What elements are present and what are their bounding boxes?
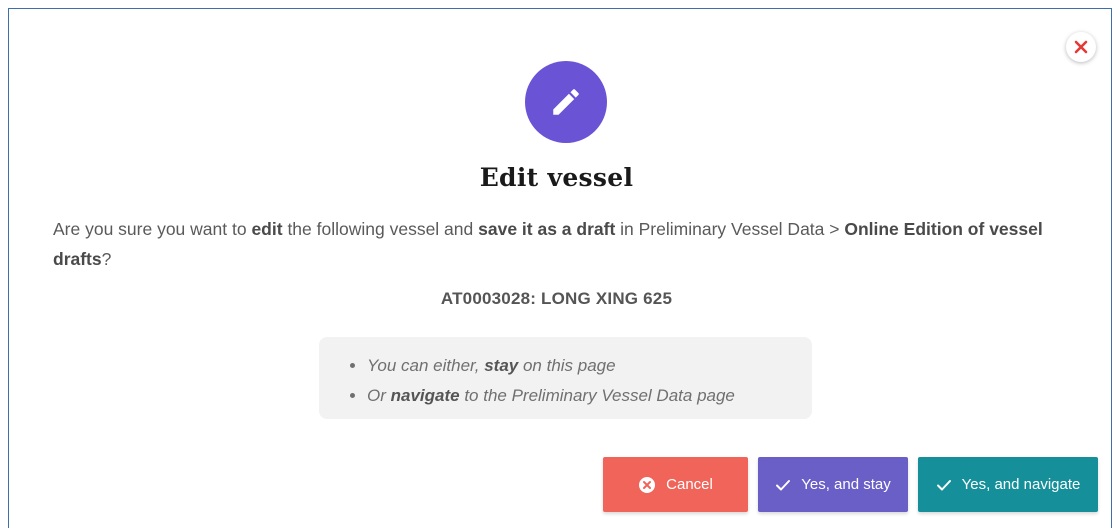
message-emphasis-edit: edit	[251, 219, 283, 239]
edit-badge	[525, 61, 607, 143]
options-list: You can either, stay on this page Or nav…	[319, 351, 812, 411]
cancel-button-label: Cancel	[666, 476, 713, 493]
option-text: You can either,	[367, 356, 485, 375]
option-emphasis-navigate: navigate	[390, 386, 460, 405]
options-info-box: You can either, stay on this page Or nav…	[319, 337, 812, 419]
yes-and-navigate-button[interactable]: Yes, and navigate	[918, 457, 1098, 512]
dialog-title: Edit vessel	[479, 163, 634, 192]
cancel-button[interactable]: Cancel	[603, 457, 748, 512]
option-navigate-item: Or navigate to the Preliminary Vessel Da…	[367, 381, 812, 411]
close-icon	[1074, 40, 1088, 54]
option-text: to the Preliminary Vessel Data page	[459, 386, 735, 405]
yes-and-stay-label: Yes, and stay	[801, 476, 891, 493]
option-emphasis-stay: stay	[484, 356, 519, 375]
message-emphasis-save-draft: save it as a draft	[478, 219, 616, 239]
yes-and-navigate-label: Yes, and navigate	[961, 476, 1081, 493]
option-text: Or	[367, 386, 391, 405]
pencil-icon	[553, 89, 579, 115]
dialog-message: Are you sure you want to edit the follow…	[53, 214, 1063, 274]
message-text: in Preliminary Vessel Data >	[615, 219, 845, 239]
message-text: Are you sure you want to	[53, 219, 252, 239]
check-icon	[936, 477, 952, 493]
cancel-circle-icon	[638, 476, 656, 494]
close-button[interactable]	[1066, 32, 1096, 62]
vessel-identifier: AT0003028: LONG XING 625	[440, 289, 673, 308]
message-text: the following vessel and	[282, 219, 479, 239]
option-stay-item: You can either, stay on this page	[367, 351, 812, 381]
check-icon	[775, 477, 791, 493]
message-text: ?	[101, 249, 112, 269]
yes-and-stay-button[interactable]: Yes, and stay	[758, 457, 908, 512]
option-text: on this page	[518, 356, 616, 375]
